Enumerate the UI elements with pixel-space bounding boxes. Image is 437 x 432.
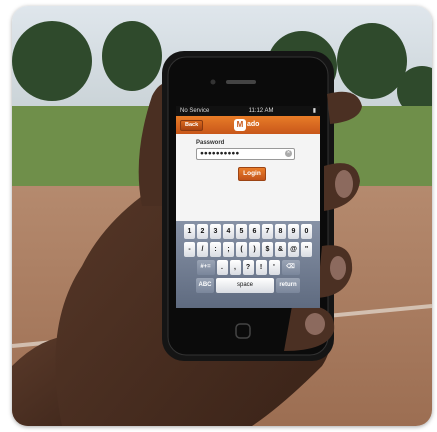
key-row2-2[interactable]: : — [210, 242, 221, 257]
key-row3-1[interactable]: . — [216, 260, 228, 275]
fingernail-3 — [330, 256, 346, 280]
key-row2-9[interactable]: " — [301, 242, 312, 257]
key-row4-0[interactable]: ABC — [196, 278, 214, 293]
clock-text: 11:12 AM — [248, 108, 274, 114]
key-row1-1[interactable]: 2 — [197, 224, 208, 239]
key-row2-7[interactable]: & — [275, 242, 286, 257]
key-row3-6[interactable]: ⌫ — [281, 260, 300, 275]
keyboard-row-2: - /:;() $ & @ " — [176, 242, 320, 257]
key-row4-2[interactable]: return — [276, 278, 300, 293]
nav-bar: Back M ado — [176, 116, 320, 134]
key-row2-1[interactable]: / — [197, 242, 208, 257]
login-form: Password ●●●●●●●●●● × Login — [176, 134, 320, 181]
earpiece — [226, 80, 256, 84]
battery-icon: ▮ — [312, 108, 316, 114]
front-camera — [210, 79, 216, 85]
key-row1-4[interactable]: 5 — [236, 224, 247, 239]
key-row2-4[interactable]: ( — [236, 242, 247, 257]
key-row3-5[interactable]: ' — [268, 260, 280, 275]
status-bar: No Service 11:12 AM ▮ — [176, 106, 320, 116]
clear-icon[interactable]: × — [285, 150, 292, 157]
fingernail-4 — [305, 313, 325, 335]
key-row3-0[interactable]: #+= — [196, 260, 215, 275]
key-row1-2[interactable]: 3 — [210, 224, 221, 239]
app-logo: M ado — [234, 118, 259, 131]
key-row1-8[interactable]: 9 — [288, 224, 299, 239]
phone-screen: No Service 11:12 AM ▮ Back M ado Passwor… — [176, 106, 320, 308]
key-row2-5[interactable]: ) — [249, 242, 260, 257]
keyboard: 1234567890 - /:;() $ & @ " #+=.,?! ' ⌫ ABC space… — [176, 221, 320, 308]
password-field[interactable]: ●●●●●●●●●● × — [196, 148, 295, 160]
keyboard-row-3: #+=.,?! ' ⌫ — [176, 260, 320, 275]
key-row1-9[interactable]: 0 — [301, 224, 312, 239]
key-row1-5[interactable]: 6 — [249, 224, 260, 239]
key-row3-3[interactable]: ? — [242, 260, 254, 275]
carrier-text: No Service — [180, 108, 210, 114]
logo-mark: M — [234, 118, 246, 131]
key-row2-0[interactable]: - — [184, 242, 195, 257]
keyboard-row-1: 1234567890 — [176, 224, 320, 239]
key-row1-6[interactable]: 7 — [262, 224, 273, 239]
key-row3-4[interactable]: ! — [255, 260, 267, 275]
key-row2-3[interactable]: ; — [223, 242, 234, 257]
key-row1-3[interactable]: 4 — [223, 224, 234, 239]
key-row3-2[interactable]: , — [229, 260, 241, 275]
password-value: ●●●●●●●●●● — [200, 150, 240, 157]
login-button[interactable]: Login — [238, 167, 266, 181]
key-row1-7[interactable]: 8 — [275, 224, 286, 239]
password-label: Password — [196, 140, 225, 146]
key-row2-8[interactable]: @ — [288, 242, 299, 257]
key-row2-6[interactable]: $ — [262, 242, 273, 257]
fingernail-2 — [335, 170, 353, 198]
back-button[interactable]: Back — [180, 119, 204, 131]
logo-text: ado — [247, 121, 260, 128]
key-row1-0[interactable]: 1 — [184, 224, 195, 239]
photo: No Service 11:12 AM ▮ Back M ado Passwor… — [12, 6, 432, 426]
keyboard-row-4: ABC space return — [176, 278, 320, 293]
key-row4-1[interactable]: space — [216, 278, 274, 293]
